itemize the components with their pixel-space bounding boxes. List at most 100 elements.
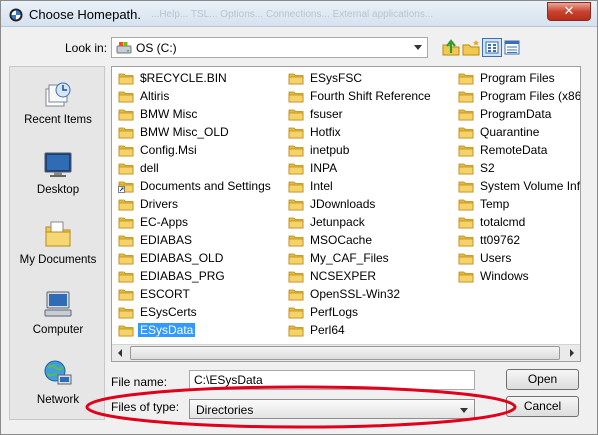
folder-name: $RECYCLE.BIN (140, 71, 227, 85)
folder-item[interactable]: dell (118, 160, 286, 177)
folder-name: BMW Misc (140, 107, 198, 121)
recent-items-icon (45, 82, 71, 107)
folder-name: tt09762 (480, 233, 521, 247)
scroll-left-button[interactable] (112, 345, 129, 361)
folder-item[interactable]: inetpub (288, 142, 456, 159)
folder-item[interactable]: $RECYCLE.BIN (118, 70, 286, 87)
folder-name: totalcmd (480, 215, 526, 229)
look-in-value: OS (C:) (136, 41, 177, 55)
folder-item[interactable]: S2 (458, 160, 578, 177)
folder-item[interactable]: MSOCache (288, 232, 456, 249)
folder-name: ESysCerts (140, 305, 197, 319)
folder-item[interactable]: Intel (288, 178, 456, 195)
folder-name: Windows (480, 269, 529, 283)
folder-item[interactable]: INPA (288, 160, 456, 177)
folder-name: EC-Apps (140, 215, 189, 229)
folder-item[interactable]: fsuser (288, 106, 456, 123)
list-view-button[interactable] (482, 38, 502, 57)
folder-item[interactable]: Fourth Shift Reference (288, 88, 456, 105)
folder-item[interactable]: RemoteData (458, 142, 578, 159)
folder-name: Users (480, 251, 512, 265)
folder-item[interactable]: Program Files (458, 70, 578, 87)
place-network[interactable]: Network (10, 351, 106, 417)
folder-item[interactable]: ESysFSC (288, 70, 456, 87)
folder-name: Perl64 (310, 323, 345, 337)
place-desktop[interactable]: Desktop (10, 141, 106, 207)
folder-item[interactable]: Program Files (x86) (458, 88, 580, 105)
look-in-dropdown[interactable]: OS (C:) (111, 37, 428, 58)
folder-name: Altiris (140, 89, 170, 103)
folder-name: NCSEXPER (310, 269, 377, 283)
folder-icon (288, 252, 304, 265)
folder-item[interactable]: Altiris (118, 88, 286, 105)
folder-icon (288, 324, 304, 337)
folder-name: MSOCache (310, 233, 373, 247)
folder-item[interactable]: Perl64 (288, 322, 456, 339)
folder-item[interactable]: Users (458, 250, 578, 267)
folder-item[interactable]: Documents and Settings (118, 178, 286, 195)
place-computer[interactable]: Computer (10, 281, 106, 347)
folder-item[interactable]: Hotfix (288, 124, 456, 141)
folder-icon (288, 108, 304, 121)
computer-icon (44, 291, 72, 317)
folder-name: EDIABAS_PRG (140, 269, 225, 283)
folder-icon (288, 234, 304, 247)
folder-item[interactable]: Temp (458, 196, 578, 213)
folder-item[interactable]: EC-Apps (118, 214, 286, 231)
chevron-down-icon (414, 45, 422, 50)
folder-item[interactable]: NCSEXPER (288, 268, 456, 285)
folder-name: INPA (310, 161, 338, 175)
folder-item[interactable]: totalcmd (458, 214, 578, 231)
folder-item[interactable]: ESysCerts (118, 304, 286, 321)
open-button[interactable]: Open (506, 369, 579, 390)
folder-item[interactable]: EDIABAS_OLD (118, 250, 286, 267)
folder-item[interactable]: EDIABAS_PRG (118, 268, 286, 285)
horizontal-scrollbar[interactable] (112, 344, 580, 361)
folder-name: fsuser (310, 107, 343, 121)
folder-item[interactable]: Jetunpack (288, 214, 456, 231)
folder-icon (288, 72, 304, 85)
folder-item[interactable]: BMW Misc (118, 106, 286, 123)
create-new-folder-button[interactable] (461, 38, 481, 57)
folder-icon (118, 126, 134, 139)
folder-item[interactable]: Config.Msi (118, 142, 286, 159)
files-of-type-label: Files of type: (111, 400, 180, 414)
place-label: My Documents (19, 254, 97, 266)
bmw-app-icon (9, 8, 23, 22)
folder-icon (288, 162, 304, 175)
folder-item[interactable]: BMW Misc_OLD (118, 124, 286, 141)
place-my-documents[interactable]: My Documents (10, 211, 106, 277)
folder-item[interactable]: EDIABAS (118, 232, 286, 249)
files-of-type-dropdown[interactable]: Directories (189, 399, 475, 419)
folder-item[interactable]: OpenSSL-Win32 (288, 286, 456, 303)
folder-item[interactable]: ProgramData (458, 106, 578, 123)
folder-item[interactable]: PerfLogs (288, 304, 456, 321)
file-list[interactable]: Windows Users tt09762 totalcmd Temp System Vo… (111, 66, 581, 362)
place-recent-items[interactable]: Recent Items (10, 71, 106, 137)
folder-item[interactable]: tt09762 (458, 232, 578, 249)
folder-name: My_CAF_Files (310, 251, 389, 265)
scroll-right-button[interactable] (563, 345, 580, 361)
folder-name: BMW Misc_OLD (140, 125, 229, 139)
folder-item[interactable]: Drivers (118, 196, 286, 213)
details-view-button[interactable] (502, 38, 522, 57)
folder-icon (288, 306, 304, 319)
folder-name: Intel (310, 179, 333, 193)
folder-item[interactable]: ESCORT (118, 286, 286, 303)
folder-item[interactable]: My_CAF_Files (288, 250, 456, 267)
close-button[interactable]: ✕ (547, 2, 591, 21)
folder-item[interactable]: Windows (458, 268, 578, 285)
cancel-button[interactable]: Cancel (506, 396, 579, 417)
up-one-level-button[interactable] (441, 38, 461, 57)
folder-name: ESCORT (140, 287, 190, 301)
folder-item[interactable]: System Volume Info (458, 178, 580, 195)
folder-icon (118, 72, 134, 85)
folder-item[interactable]: Quarantine (458, 124, 578, 141)
folder-item[interactable]: JDownloads (288, 196, 456, 213)
file-name-input[interactable] (189, 370, 475, 390)
folder-item[interactable]: ESysData (118, 322, 286, 339)
scroll-thumb[interactable] (130, 346, 560, 360)
folder-icon (288, 270, 304, 283)
folder-name: Config.Msi (140, 143, 197, 157)
folder-icon (458, 162, 474, 175)
